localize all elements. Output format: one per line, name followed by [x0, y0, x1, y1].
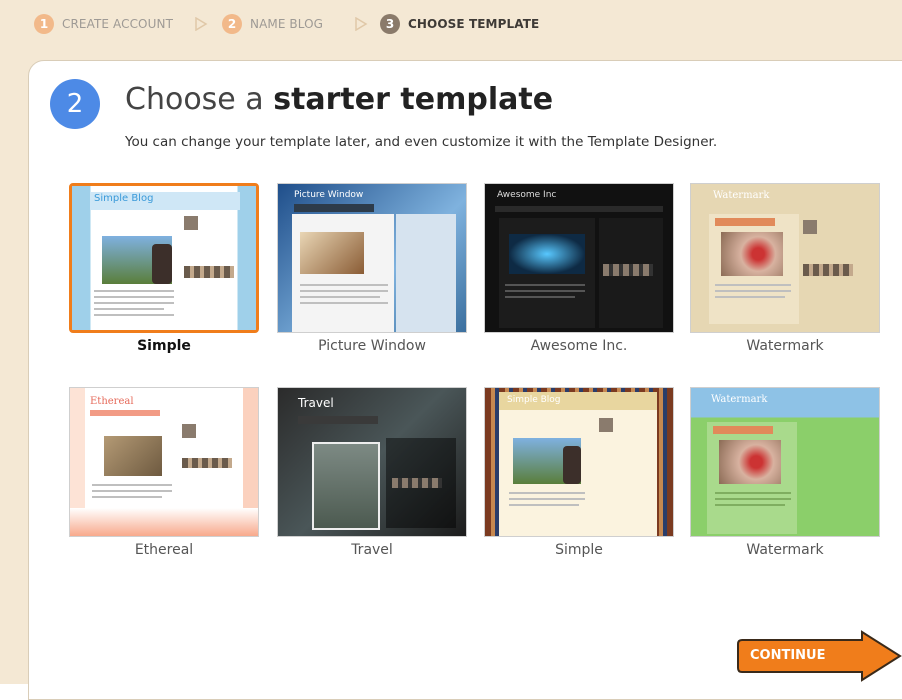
template-name[interactable]: Watermark: [690, 338, 880, 354]
step-number: 3: [380, 14, 400, 34]
template-card-simple[interactable]: Simple Blog Simple: [69, 183, 259, 354]
thumb-title: Awesome Inc: [497, 190, 557, 200]
thumb-title: Picture Window: [294, 190, 364, 200]
template-name[interactable]: Ethereal: [69, 542, 259, 558]
template-name[interactable]: Simple: [484, 542, 674, 558]
template-thumbnail[interactable]: Ethereal: [69, 387, 259, 537]
thumb-title: Simple Blog: [507, 395, 561, 405]
step-name-blog: 2 NAME BLOG: [222, 13, 323, 35]
thumb-title: Travel: [298, 396, 334, 410]
template-name[interactable]: Travel: [277, 542, 467, 558]
thumb-title: Watermark: [713, 190, 770, 201]
thumb-title: Simple Blog: [94, 193, 154, 204]
template-card-watermark[interactable]: Watermark Watermark: [690, 183, 880, 354]
title-bold: starter template: [273, 82, 554, 117]
thumb-title: Ethereal: [90, 396, 134, 407]
template-thumbnail[interactable]: Travel: [277, 387, 467, 537]
template-card-simple-2[interactable]: Simple Blog Simple: [484, 387, 674, 558]
template-thumbnail[interactable]: Simple Blog: [484, 387, 674, 537]
template-card-picture-window[interactable]: Picture Window Picture Window: [277, 183, 467, 354]
page-subtitle: You can change your template later, and …: [125, 134, 718, 150]
chevron-right-icon: [195, 17, 208, 31]
step-choose-template: 3 CHOOSE TEMPLATE: [380, 13, 539, 35]
template-name[interactable]: Awesome Inc.: [484, 338, 674, 354]
template-card-awesome-inc[interactable]: Awesome Inc Awesome Inc.: [484, 183, 674, 354]
template-name[interactable]: Watermark: [690, 542, 880, 558]
thumb-title: Watermark: [711, 394, 768, 405]
template-card-watermark-2[interactable]: Watermark Watermark: [690, 387, 880, 558]
template-thumbnail[interactable]: Awesome Inc: [484, 183, 674, 333]
template-name[interactable]: Picture Window: [277, 338, 467, 354]
chevron-right-icon: [355, 17, 368, 31]
step-create-account: 1 CREATE ACCOUNT: [34, 13, 173, 35]
steps-bar: 1 CREATE ACCOUNT 2 NAME BLOG 3 CHOOSE TE…: [0, 0, 902, 46]
template-thumbnail[interactable]: Watermark: [690, 387, 880, 537]
template-card-travel[interactable]: Travel Travel: [277, 387, 467, 558]
page-title: Choose a starter template: [125, 82, 553, 117]
template-thumbnail[interactable]: Picture Window: [277, 183, 467, 333]
continue-label[interactable]: CONTINUE: [750, 648, 826, 663]
template-card-ethereal[interactable]: Ethereal Ethereal: [69, 387, 259, 558]
step-label: NAME BLOG: [250, 17, 324, 31]
continue-button[interactable]: CONTINUE: [732, 630, 902, 682]
step-number: 2: [222, 14, 242, 34]
template-panel: [28, 60, 902, 700]
step-label: CREATE ACCOUNT: [62, 17, 173, 31]
title-prefix: Choose a: [125, 82, 264, 117]
section-number-badge: 2: [50, 79, 100, 129]
template-thumbnail[interactable]: Watermark: [690, 183, 880, 333]
template-thumbnail[interactable]: Simple Blog: [69, 183, 259, 333]
step-label: CHOOSE TEMPLATE: [408, 17, 540, 31]
template-name[interactable]: Simple: [69, 338, 259, 354]
step-number: 1: [34, 14, 54, 34]
